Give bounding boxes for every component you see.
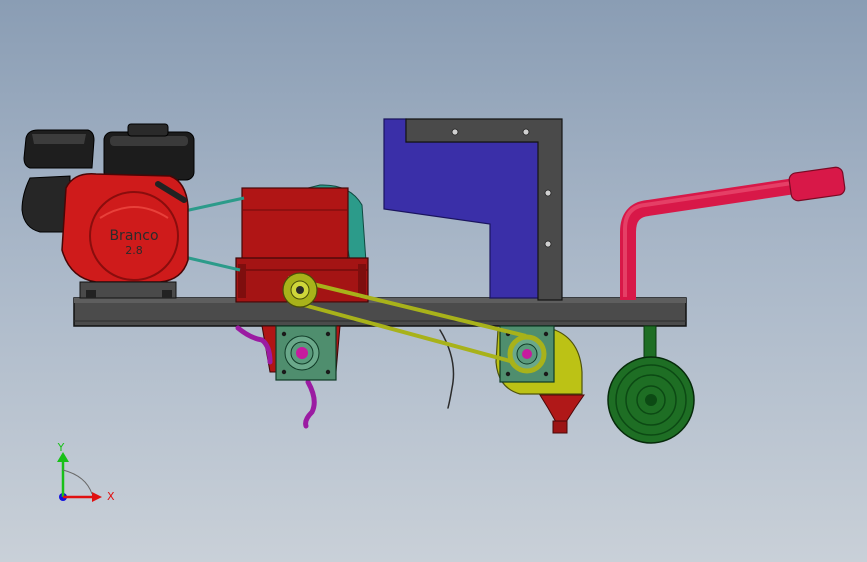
wheel-assembly[interactable]: [607, 325, 695, 444]
bearing-block-left[interactable]: [275, 325, 337, 381]
x-axis-label: X: [107, 490, 115, 503]
engine-model: 2.8: [125, 244, 143, 257]
cad-viewport[interactable]: Branco 2.8 Y X: [0, 0, 867, 562]
hopper[interactable]: [383, 118, 541, 299]
engine[interactable]: Branco 2.8: [21, 123, 195, 299]
engine-brand: Branco: [109, 228, 158, 244]
push-handle[interactable]: [620, 166, 846, 300]
engine-belt: [179, 196, 245, 272]
y-axis-label: Y: [57, 441, 65, 454]
machine-assembly[interactable]: Branco 2.8 Y X: [0, 0, 867, 562]
axis-triad: Y X: [57, 441, 115, 503]
pulley-upper[interactable]: [282, 272, 318, 308]
